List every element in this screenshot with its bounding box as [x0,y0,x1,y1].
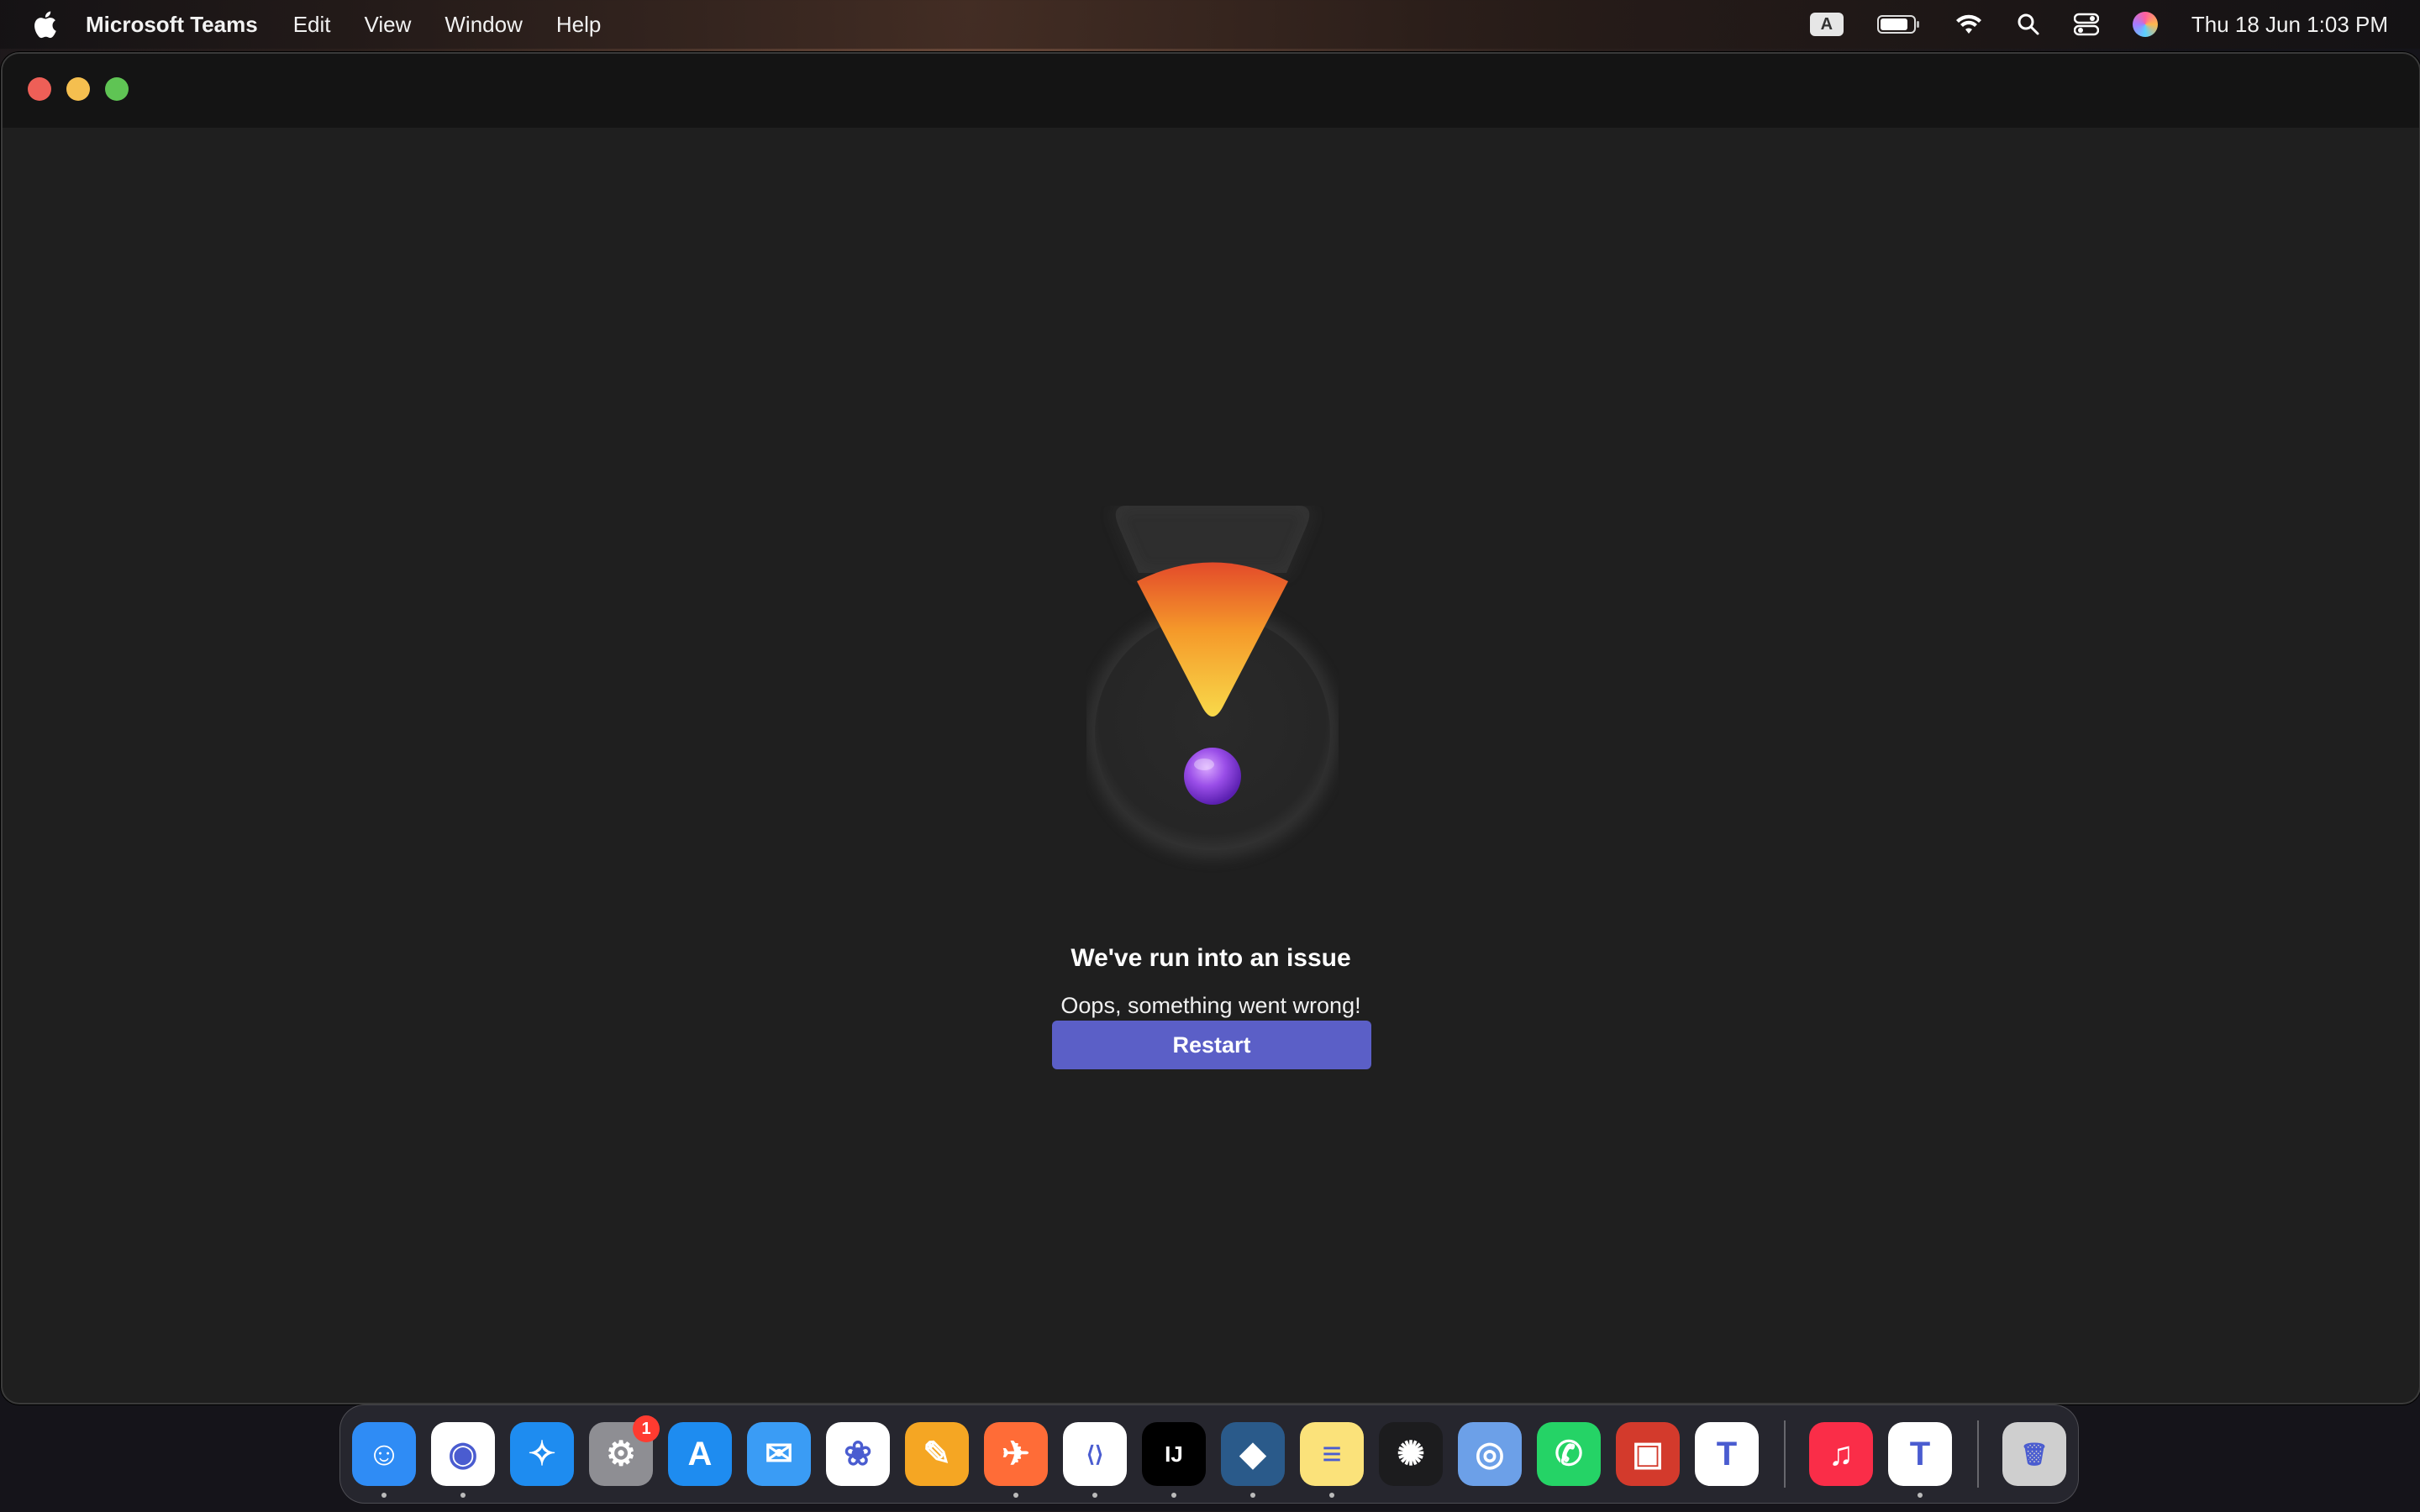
error-title: We've run into an issue [1071,944,1351,972]
dock: ☺ ◉ ✧ ⚙ 1 A ✉ ❀ ✎ ✈ ⟨⟩ IJ ◆ ≡ ✺ ◎ ✆ ▣ T ♫ T 🗑 [339,1404,2079,1504]
window-titlebar [3,54,2419,128]
dock-finder-icon[interactable]: ☺ [352,1422,416,1498]
wifi-icon[interactable] [1954,13,1983,35]
dock-postman-icon[interactable]: ✈ [984,1422,1048,1498]
dock-separator [1977,1420,1979,1488]
dock-trash-icon[interactable]: 🗑 [2002,1422,2066,1486]
error-exclamation-illustration [1086,504,1339,892]
running-indicator [1329,1493,1334,1498]
menu-edit[interactable]: Edit [293,12,331,38]
battery-icon[interactable] [1876,14,1921,34]
running-indicator [1250,1493,1255,1498]
running-indicator [460,1493,466,1498]
dock-photo-booth-icon[interactable]: ▣ [1616,1422,1680,1486]
input-source-icon[interactable]: A [1809,13,1844,36]
notification-badge: 1 [633,1415,660,1442]
minimize-window-button[interactable] [66,77,90,101]
dock-chrome-icon[interactable]: ◉ [431,1422,495,1498]
dock-ai-app-icon[interactable]: ✺ [1379,1422,1443,1486]
dock-teams-classic-icon[interactable]: T [1695,1422,1759,1486]
dock-system-settings-icon[interactable]: ⚙ 1 [589,1415,660,1486]
teams-window: We've run into an issue Oops, something … [1,52,2420,1404]
dock-intellij-icon[interactable]: IJ [1142,1422,1206,1498]
dock-app-store-icon[interactable]: A [668,1422,732,1486]
running-indicator [1918,1493,1923,1498]
menubar-clock[interactable]: Thu 18 Jun 1:03 PM [2191,12,2388,38]
siri-icon[interactable] [2132,12,2158,37]
dock-music-icon[interactable]: ♫ [1809,1422,1873,1486]
dock-mail-icon[interactable]: ✉ [747,1422,811,1486]
dock-mysql-workbench-icon[interactable]: ◆ [1221,1422,1285,1498]
dock-whatsapp-icon[interactable]: ✆ [1537,1422,1601,1486]
menu-window[interactable]: Window [445,12,522,38]
dock-pages-icon[interactable]: ✎ [905,1422,969,1486]
dock-vscode-icon[interactable]: ⟨⟩ [1063,1422,1127,1498]
dock-separator [1784,1420,1786,1488]
running-indicator [1013,1493,1018,1498]
close-window-button[interactable] [28,77,51,101]
error-content: We've run into an issue Oops, something … [3,128,2419,1403]
spotlight-search-icon[interactable] [2017,13,2040,36]
dock-photos-icon[interactable]: ❀ [826,1422,890,1486]
menu-app-name[interactable]: Microsoft Teams [86,12,258,38]
menu-bar: Microsoft Teams Edit View Window Help A … [0,0,2420,49]
running-indicator [381,1493,387,1498]
dock-teams-icon[interactable]: T [1888,1422,1952,1498]
window-controls [28,77,129,101]
dock-notes-icon[interactable]: ≡ [1300,1422,1364,1498]
menu-view[interactable]: View [365,12,412,38]
restart-button[interactable]: Restart [1052,1021,1371,1069]
apple-icon[interactable] [32,10,57,39]
running-indicator [1171,1493,1176,1498]
running-indicator [1092,1493,1097,1498]
dock-preview-icon[interactable]: ◎ [1458,1422,1522,1486]
input-source-label: A [1809,13,1844,36]
zoom-window-button[interactable] [105,77,129,101]
control-center-icon[interactable] [2073,13,2099,36]
dock-safari-icon[interactable]: ✧ [510,1422,574,1486]
error-subtitle: Oops, something went wrong! [1060,993,1361,1018]
menu-help[interactable]: Help [556,12,601,38]
